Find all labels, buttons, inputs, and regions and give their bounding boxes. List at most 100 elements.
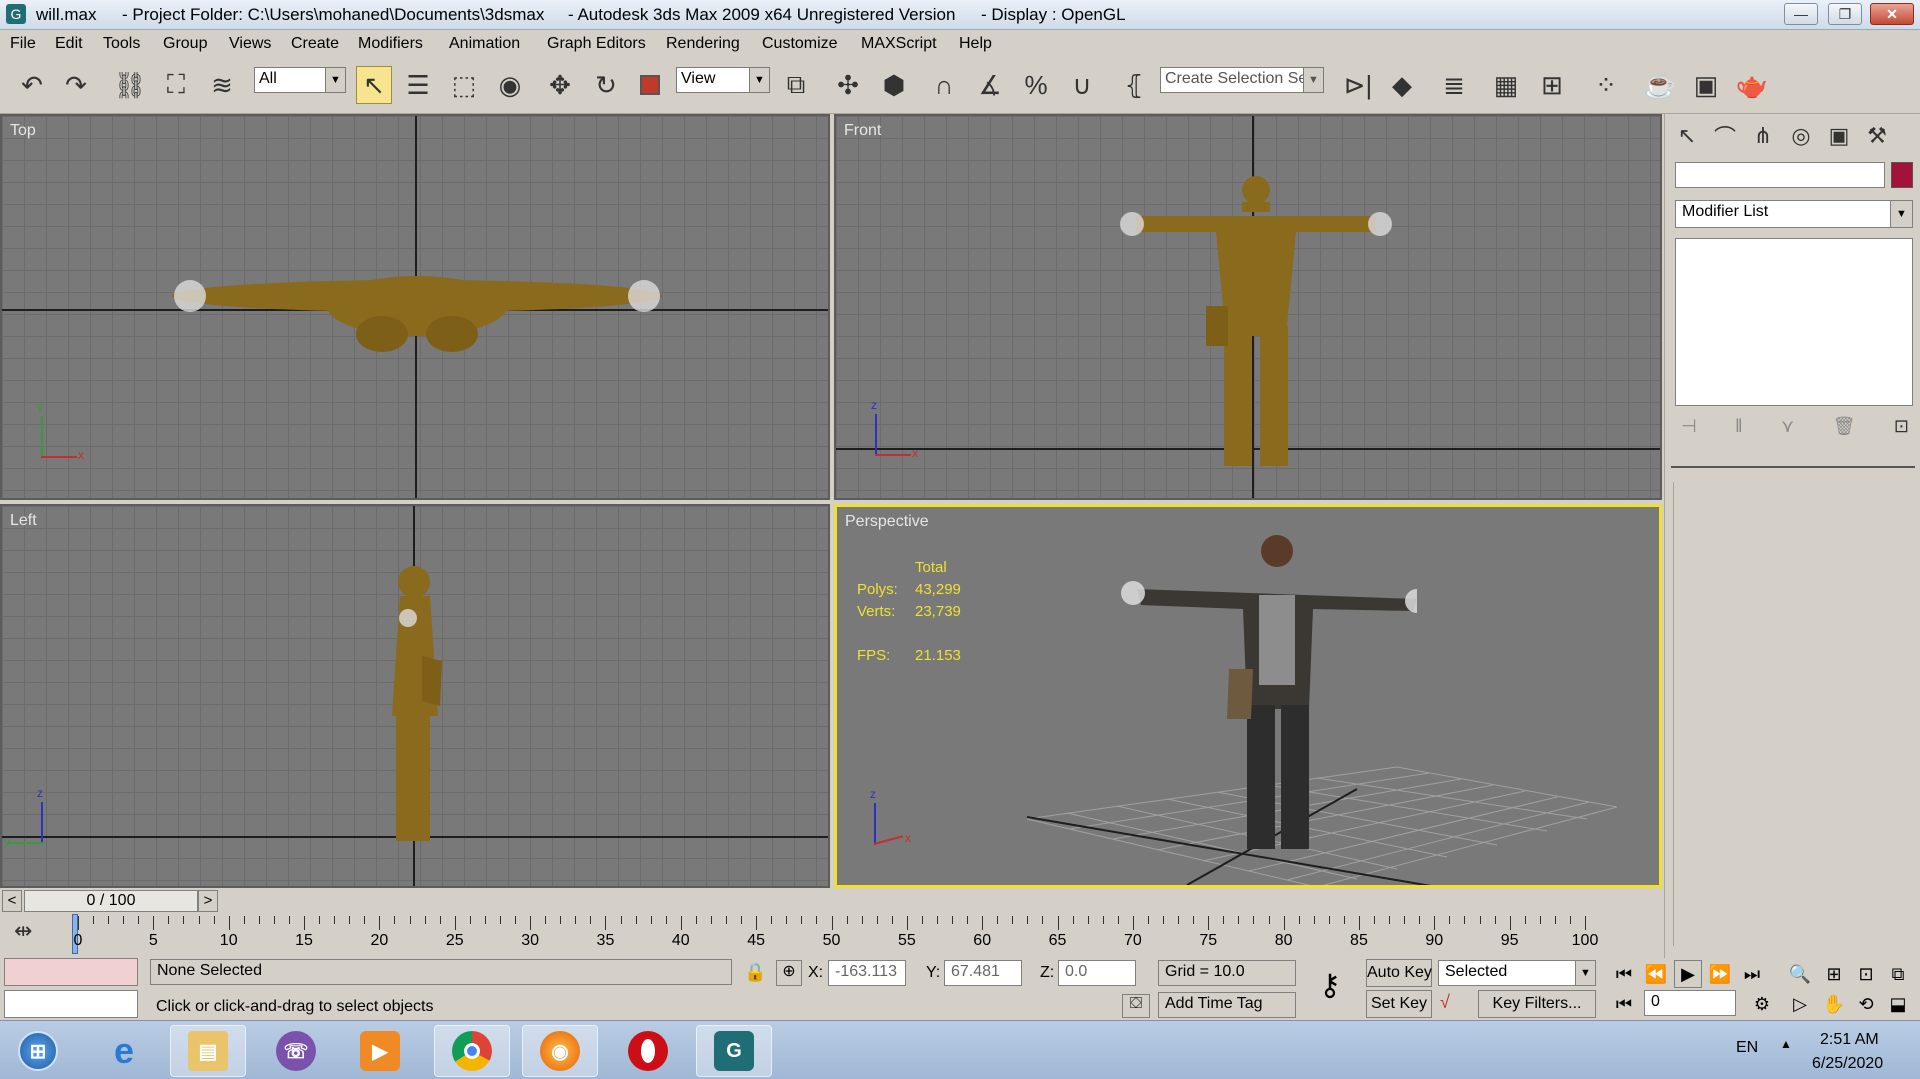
pivot-icon[interactable]: ⧉	[778, 66, 814, 104]
go-to-start-icon[interactable]: ⏮	[1610, 960, 1638, 988]
spinner-snap-icon[interactable]: ∪	[1064, 66, 1100, 104]
firefox-icon[interactable]: ◉	[522, 1025, 598, 1077]
manipulate-icon[interactable]: ✣	[830, 66, 866, 104]
start-orb-icon[interactable]: ⊞	[0, 1025, 76, 1077]
rendered-frame-icon[interactable]: ▣	[1688, 66, 1724, 104]
motion-tab-icon[interactable]: ◎	[1785, 120, 1817, 152]
default-tangents-key-icon[interactable]: ⚷	[1308, 968, 1352, 1008]
curve-editor-icon[interactable]: ▦	[1488, 66, 1524, 104]
mini-curve-editor-icon[interactable]: ⇹	[14, 918, 44, 946]
configure-modifier-sets-icon[interactable]: ⊡	[1894, 416, 1909, 444]
select-object-icon[interactable]: ↖	[356, 66, 392, 104]
render-setup-icon[interactable]: ☕	[1642, 66, 1678, 104]
move-icon[interactable]: ✥	[542, 66, 578, 104]
lock-icon[interactable]: 🔒	[744, 962, 766, 983]
orbit-icon[interactable]: ⟲	[1852, 990, 1880, 1018]
internet-explorer-icon[interactable]: e	[86, 1025, 162, 1077]
menu-file[interactable]: File	[10, 35, 36, 53]
pin-stack-icon[interactable]: ⊣	[1681, 416, 1697, 444]
select-by-name-icon[interactable]: ☰	[400, 66, 436, 104]
x-coordinate-field[interactable]: -163.113	[828, 960, 906, 986]
character-mesh-top[interactable]	[152, 256, 682, 376]
show-end-result-icon[interactable]: ‖	[1735, 416, 1742, 444]
layer-manager-icon[interactable]: ≣	[1436, 66, 1472, 104]
mirror-icon[interactable]: ⊳|	[1340, 66, 1376, 104]
current-frame-field[interactable]: 0	[1644, 990, 1736, 1016]
maxscript-listener-pink[interactable]	[4, 958, 138, 986]
character-mesh-left[interactable]	[382, 566, 462, 846]
viewport-label[interactable]: Top	[10, 122, 36, 140]
modifier-list-dropdown[interactable]: Modifier List ▼	[1675, 200, 1913, 228]
z-coordinate-field[interactable]: 0.0	[1058, 960, 1136, 986]
angle-snap-icon[interactable]: ∡	[972, 66, 1008, 104]
tangent-icon[interactable]: √	[1440, 992, 1468, 1018]
select-and-link-icon[interactable]: ⛓	[112, 66, 148, 104]
next-frame-icon[interactable]: ⏩	[1706, 960, 1734, 988]
add-time-tag-button[interactable]: Add Time Tag	[1158, 992, 1296, 1018]
character-mesh-front[interactable]	[1116, 176, 1396, 466]
create-tab-icon[interactable]: ↖	[1671, 120, 1703, 152]
window-crossing-icon[interactable]: ◉	[492, 66, 528, 104]
pan-hand-icon[interactable]: ✋	[1820, 990, 1848, 1018]
zoom-extents-all-icon[interactable]: ⧉	[1884, 960, 1912, 988]
keyboard-shortcut-icon[interactable]: ⬢	[876, 66, 912, 104]
opera-icon[interactable]	[610, 1025, 686, 1077]
app-icon[interactable]: G	[6, 4, 26, 24]
edit-named-sets-icon[interactable]: ⦃	[1116, 66, 1152, 104]
schematic-view-icon[interactable]: ⊞	[1534, 66, 1570, 104]
restore-button[interactable]: ❐	[1828, 3, 1862, 25]
modifier-stack[interactable]	[1675, 238, 1913, 406]
time-slider[interactable]: < 0 / 100 >	[0, 888, 1664, 914]
previous-frame-icon[interactable]: ⏪	[1642, 960, 1670, 988]
language-indicator[interactable]: EN	[1736, 1039, 1758, 1057]
viewport-left[interactable]: Left z y	[0, 504, 830, 888]
viewport-label[interactable]: Front	[844, 122, 881, 140]
display-tab-icon[interactable]: ▣	[1823, 120, 1855, 152]
menu-group[interactable]: Group	[163, 35, 207, 53]
menu-graph-editors[interactable]: Graph Editors	[547, 35, 646, 53]
menu-edit[interactable]: Edit	[55, 35, 83, 53]
make-unique-icon[interactable]: ⋎	[1781, 416, 1794, 444]
tray-expand-icon[interactable]: ▲	[1780, 1037, 1792, 1051]
align-icon[interactable]: ◆	[1384, 66, 1420, 104]
menu-animation[interactable]: Animation	[449, 35, 520, 53]
play-icon[interactable]: ▶	[1674, 960, 1702, 988]
zoom-extents-icon[interactable]: ⊡	[1852, 960, 1880, 988]
key-mode-dropdown[interactable]: Selected ▼	[1438, 960, 1596, 986]
media-player-icon[interactable]: ▶	[342, 1025, 418, 1077]
menu-views[interactable]: Views	[229, 35, 271, 53]
viewport-front[interactable]: Front z x	[834, 114, 1662, 500]
viewport-label[interactable]: Left	[10, 512, 37, 530]
go-to-end-icon[interactable]: ⏭	[1738, 960, 1766, 988]
y-coordinate-field[interactable]: 67.481	[944, 960, 1022, 986]
menu-help[interactable]: Help	[959, 35, 992, 53]
menu-modifiers[interactable]: Modifiers	[358, 35, 423, 53]
maxscript-listener-white[interactable]	[4, 990, 138, 1018]
clock-date[interactable]: 6/25/2020	[1812, 1055, 1883, 1073]
rotate-icon[interactable]: ↻	[588, 66, 624, 104]
redo-icon[interactable]: ↷	[58, 66, 94, 104]
menu-tools[interactable]: Tools	[103, 35, 140, 53]
clock-time[interactable]: 2:51 AM	[1820, 1031, 1879, 1049]
percent-snap-icon[interactable]: %	[1018, 66, 1054, 104]
menu-customize[interactable]: Customize	[762, 35, 838, 53]
time-next-button[interactable]: >	[198, 890, 218, 912]
close-button[interactable]: ✕	[1870, 3, 1914, 25]
time-tag-icon[interactable]: ⛋	[1122, 994, 1150, 1018]
viber-icon[interactable]: ☏	[258, 1025, 334, 1077]
key-mode-toggle-icon[interactable]: ⏮	[1610, 990, 1638, 1018]
snaps-icon[interactable]: ∩	[926, 66, 962, 104]
character-model[interactable]	[1117, 529, 1417, 859]
viewport-perspective[interactable]: Perspective Total Polys: 43,299 Verts: 2…	[834, 504, 1662, 888]
minimize-button[interactable]: —	[1784, 3, 1818, 25]
bind-space-warp-icon[interactable]: ≋	[204, 66, 240, 104]
chrome-icon[interactable]	[434, 1025, 510, 1077]
auto-key-button[interactable]: Auto Key	[1366, 959, 1432, 987]
3dsmax-icon[interactable]: G	[696, 1025, 772, 1077]
time-configuration-icon[interactable]: ⚙	[1748, 990, 1776, 1018]
menu-create[interactable]: Create	[291, 35, 339, 53]
zoom-icon[interactable]: 🔍	[1786, 960, 1814, 988]
undo-icon[interactable]: ↶	[14, 66, 50, 104]
hierarchy-tab-icon[interactable]: ⋔	[1747, 120, 1779, 152]
material-editor-icon[interactable]: ⁘	[1588, 66, 1624, 104]
